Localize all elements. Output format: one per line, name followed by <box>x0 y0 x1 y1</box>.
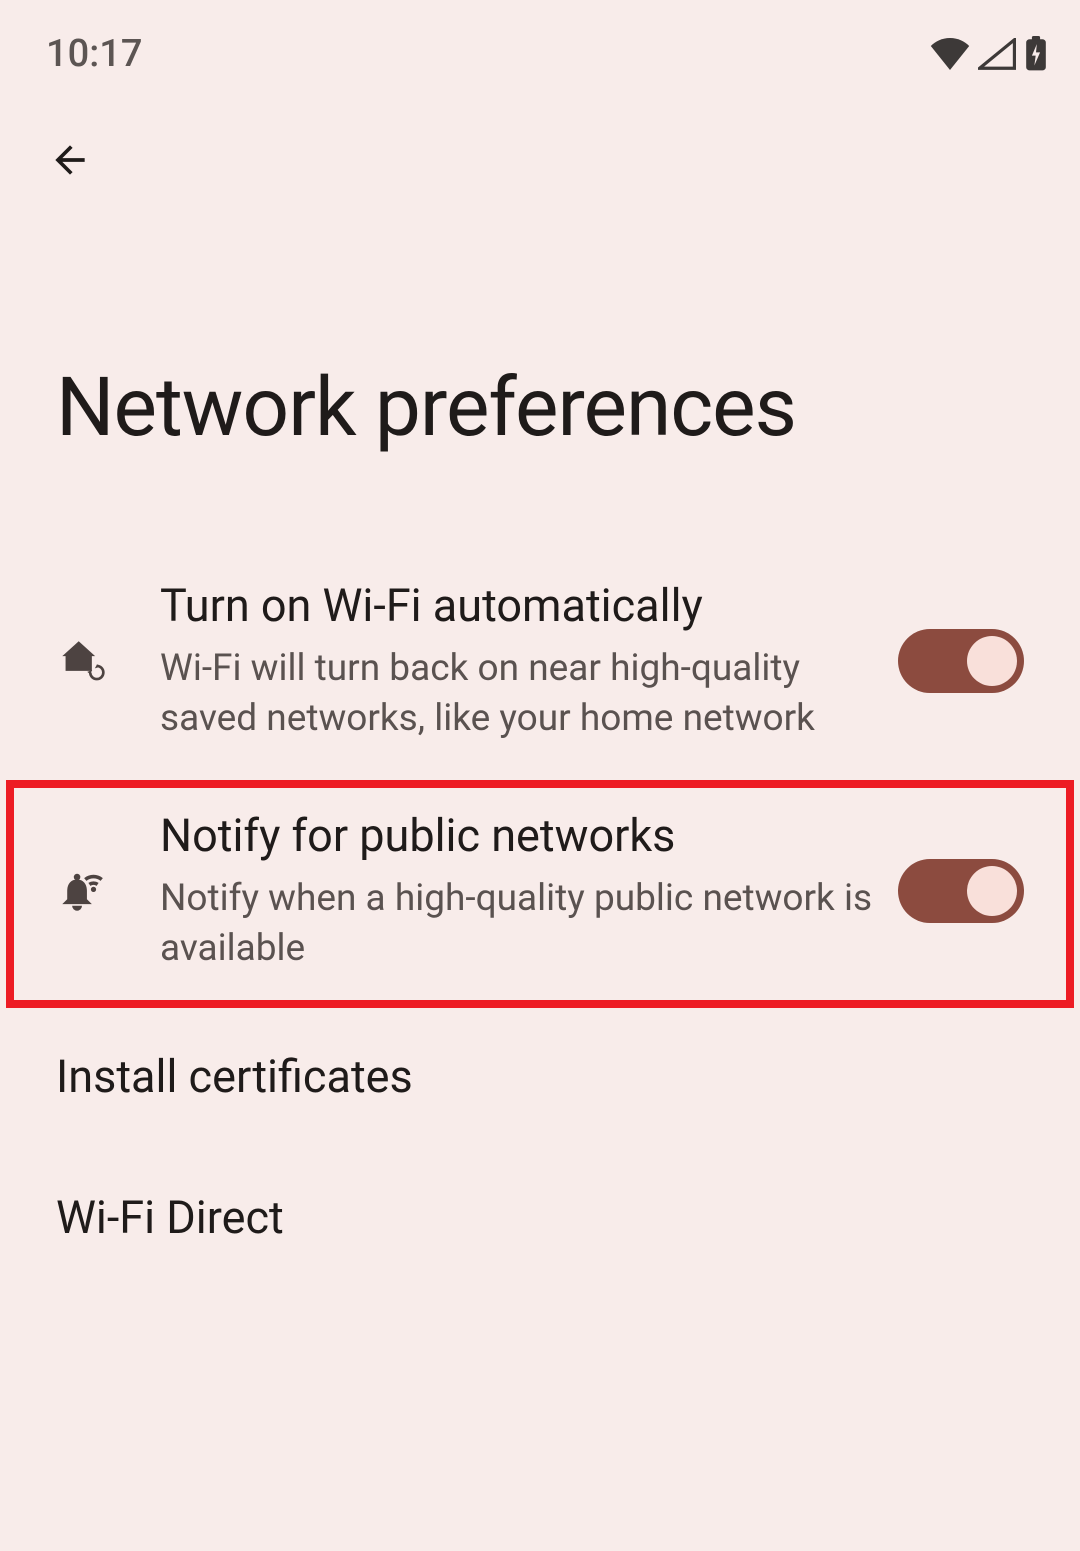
toggle-auto-wifi[interactable] <box>898 629 1024 693</box>
arrow-left-icon <box>48 138 92 182</box>
setting-wifi-direct[interactable]: Wi-Fi Direct <box>0 1147 1080 1288</box>
setting-wifi-direct-title: Wi-Fi Direct <box>56 1191 284 1244</box>
setting-auto-wifi-title: Turn on Wi-Fi automatically <box>160 578 874 634</box>
wifi-status-icon <box>930 38 970 70</box>
toggle-notify-public[interactable] <box>898 859 1024 923</box>
setting-install-certificates[interactable]: Install certificates <box>0 1006 1080 1147</box>
setting-auto-wifi[interactable]: Turn on Wi-Fi automatically Wi-Fi will t… <box>0 546 1080 776</box>
signal-status-icon <box>978 38 1016 70</box>
setting-notify-public-title: Notify for public networks <box>160 808 874 864</box>
setting-auto-wifi-text: Turn on Wi-Fi automatically Wi-Fi will t… <box>160 578 898 744</box>
setting-notify-public[interactable]: Notify for public networks Notify when a… <box>0 776 1080 1006</box>
page-title: Network preferences <box>56 360 1080 456</box>
setting-install-certificates-title: Install certificates <box>56 1050 413 1103</box>
toggle-knob <box>967 636 1017 686</box>
status-bar: 10:17 <box>0 0 1080 80</box>
setting-notify-public-text: Notify for public networks Notify when a… <box>160 808 898 974</box>
setting-auto-wifi-subtitle: Wi-Fi will turn back on near high-qualit… <box>160 644 874 744</box>
battery-status-icon <box>1024 36 1048 72</box>
back-button[interactable] <box>40 130 100 190</box>
setting-notify-public-subtitle: Notify when a high-quality public networ… <box>160 874 874 974</box>
toggle-knob <box>967 866 1017 916</box>
home-refresh-icon <box>56 635 108 687</box>
settings-list: Turn on Wi-Fi automatically Wi-Fi will t… <box>0 546 1080 1288</box>
bell-wifi-icon <box>56 865 108 917</box>
status-time: 10:17 <box>46 32 142 76</box>
status-icons <box>930 36 1048 72</box>
